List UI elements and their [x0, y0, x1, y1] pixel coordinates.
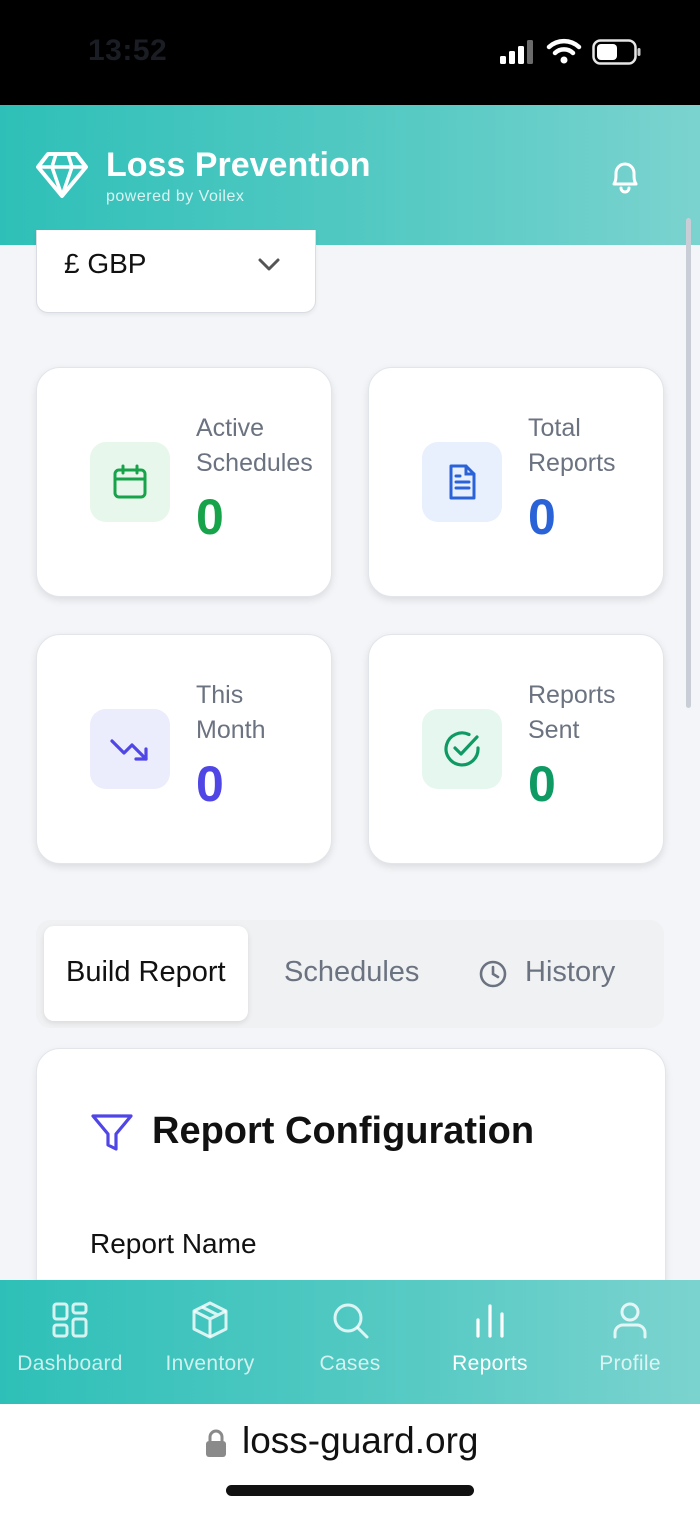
stat-value: 0: [196, 489, 224, 545]
calendar-icon: [113, 464, 147, 499]
nav-label: Profile: [599, 1352, 661, 1375]
bell-icon[interactable]: [604, 155, 646, 197]
stat-card-total-reports[interactable]: [368, 367, 664, 597]
app-subtitle: powered by Voilex: [106, 188, 245, 205]
trending-down-icon-box: [90, 709, 170, 789]
stat-label: Total Reports: [528, 414, 616, 477]
url-text[interactable]: loss-guard.org: [242, 1420, 479, 1462]
app-title: Loss Prevention: [106, 146, 371, 184]
nav-label: Dashboard: [17, 1352, 123, 1375]
tab-history[interactable]: History: [525, 956, 615, 989]
search-icon: [333, 1303, 369, 1339]
stat-value: 0: [196, 756, 224, 812]
calendar-icon-box: [90, 442, 170, 522]
stat-card-active-schedules[interactable]: [36, 367, 332, 597]
tab-schedules[interactable]: Schedules: [284, 956, 419, 989]
chevron-down-icon: [258, 258, 280, 271]
nav-cases[interactable]: Cases: [280, 1300, 420, 1390]
stat-value: 0: [528, 756, 556, 812]
stat-value: 0: [528, 489, 556, 545]
battery-icon: [592, 39, 641, 65]
stat-label: This Month: [196, 681, 266, 744]
bar-chart-icon: [476, 1304, 504, 1338]
nav-label: Cases: [319, 1352, 381, 1375]
lock-icon: [206, 1429, 226, 1457]
clock-icon: [479, 960, 507, 988]
document-icon-box: [422, 442, 502, 522]
nav-reports[interactable]: Reports: [420, 1300, 560, 1390]
user-icon: [613, 1302, 647, 1339]
nav-inventory[interactable]: Inventory: [140, 1300, 280, 1390]
filter-icon: [91, 1114, 133, 1151]
report-config-title: Report Configuration: [152, 1110, 535, 1152]
stat-label: Reports Sent: [528, 681, 616, 744]
currency-value: £ GBP: [64, 248, 147, 279]
check-circle-icon: [444, 731, 480, 767]
dashboard-icon: [52, 1302, 88, 1338]
box-icon: [192, 1301, 228, 1339]
nav-dashboard[interactable]: Dashboard: [0, 1300, 140, 1390]
trending-down-icon: [110, 739, 148, 761]
status-time: 13:52: [88, 34, 168, 67]
report-name-label: Report Name: [90, 1228, 257, 1259]
wifi-icon: [546, 38, 582, 64]
stat-card-reports-sent[interactable]: [368, 634, 664, 864]
stat-card-this-month[interactable]: [36, 634, 332, 864]
home-indicator[interactable]: [226, 1485, 474, 1496]
check-circle-icon-box: [422, 709, 502, 789]
tab-build-report-label: Build Report: [66, 956, 226, 988]
nav-label: Inventory: [165, 1352, 255, 1375]
nav-profile[interactable]: Profile: [560, 1300, 700, 1390]
diamond-logo-icon: [36, 152, 88, 198]
cellular-signal-icon: [500, 40, 533, 64]
nav-label: Reports: [452, 1352, 528, 1375]
document-icon: [449, 464, 476, 500]
stat-label: Active Schedules: [196, 414, 313, 477]
scrollbar[interactable]: [686, 218, 691, 708]
